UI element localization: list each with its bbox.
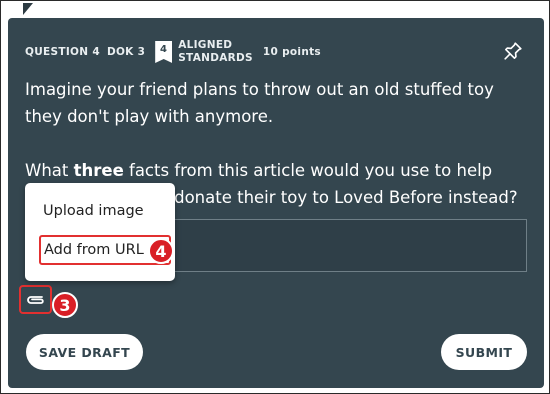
- prompt-paragraph-1: Imagine your friend plans to throw out a…: [25, 80, 494, 126]
- bookmark-icon: 4: [155, 41, 173, 63]
- upload-image-option[interactable]: Upload image: [43, 203, 144, 219]
- pin-icon: [504, 42, 522, 60]
- pin-button[interactable]: [502, 40, 524, 62]
- points-label: 10 points: [262, 46, 321, 58]
- aligned-standards-label[interactable]: ALIGNED STANDARDS: [178, 39, 253, 65]
- standards-label-line1: ALIGNED: [178, 39, 233, 51]
- dok-level: DOK 3: [106, 46, 146, 58]
- attach-button[interactable]: [19, 285, 52, 314]
- screenshot-frame: QUESTION 4 DOK 3 4 ALIGNED STANDARDS 10 …: [0, 0, 550, 394]
- question-number: QUESTION 4: [25, 46, 100, 58]
- callout-badge-4: 4: [148, 238, 174, 264]
- standards-count: 4: [160, 44, 168, 55]
- add-from-url-option[interactable]: Add from URL: [44, 242, 144, 258]
- question-meta: QUESTION 4 DOK 3 4 ALIGNED STANDARDS 10 …: [25, 37, 321, 67]
- attach-menu: Upload image Add from URL: [25, 183, 175, 281]
- standards-label-line2: STANDARDS: [178, 52, 253, 64]
- paperclip-icon: [26, 295, 44, 304]
- submit-button[interactable]: SUBMIT: [441, 334, 527, 370]
- callout-badge-3: 3: [52, 292, 78, 318]
- prompt-text-before: What: [25, 161, 74, 180]
- corner-marker: [23, 3, 33, 15]
- save-draft-button[interactable]: SAVE DRAFT: [26, 334, 143, 370]
- prompt-emphasis: three: [73, 161, 124, 180]
